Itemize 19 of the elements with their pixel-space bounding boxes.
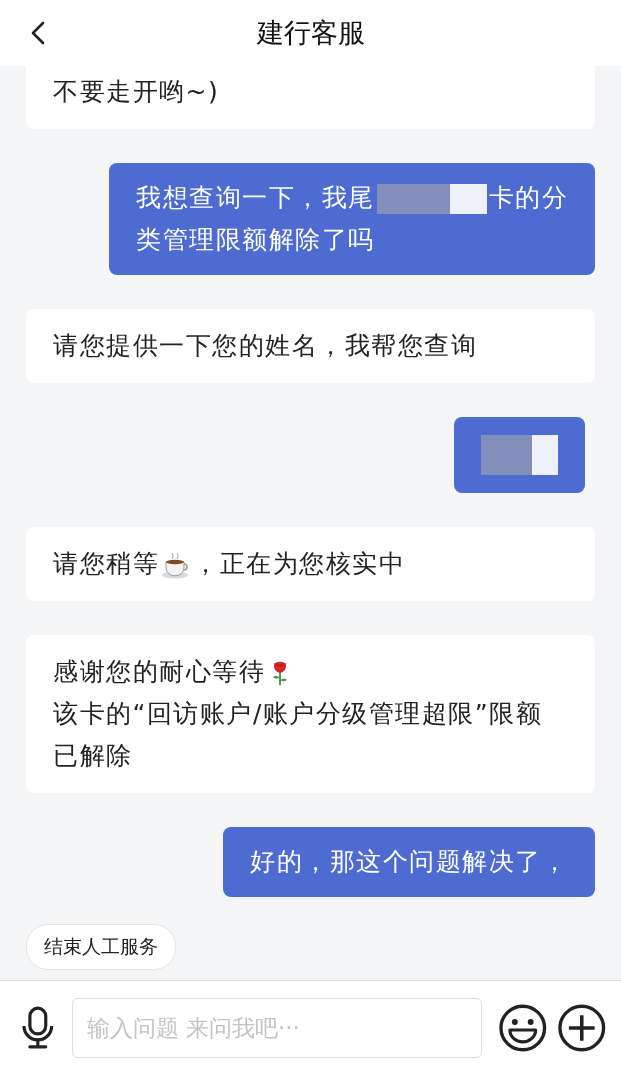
message-text: 好的，那这个问题解决了，: [250, 847, 568, 876]
message-text: 感谢您的耐心等待: [53, 657, 265, 686]
smiley-icon[interactable]: [497, 1002, 548, 1053]
message-text: 请您稍等: [53, 549, 159, 578]
coffee-cup-icon: [161, 550, 191, 580]
message-text: 卡的分: [488, 183, 568, 212]
window-title: 建行客服: [256, 16, 365, 50]
message-text: 已解除: [53, 741, 133, 770]
end-service-button[interactable]: 结束人工服务: [26, 924, 176, 970]
message-text: 类管理限额解除了吗: [136, 225, 375, 254]
message-text: 该卡的“回访账户/账户分级管理超限”限额: [53, 699, 543, 728]
message-text: 请您提供一下您的姓名，我帮您查询: [53, 331, 477, 360]
message-input-field[interactable]: 输入问题 来问我吧···: [71, 997, 482, 1058]
message-text: 我想查询一下，我尾: [136, 183, 375, 212]
back-icon[interactable]: [30, 21, 46, 45]
message-text: ，正在为您核实中: [193, 549, 405, 578]
message-text: 不要走开哟~): [53, 77, 220, 106]
microphone-icon[interactable]: [20, 1005, 56, 1050]
add-icon[interactable]: [557, 1002, 607, 1053]
